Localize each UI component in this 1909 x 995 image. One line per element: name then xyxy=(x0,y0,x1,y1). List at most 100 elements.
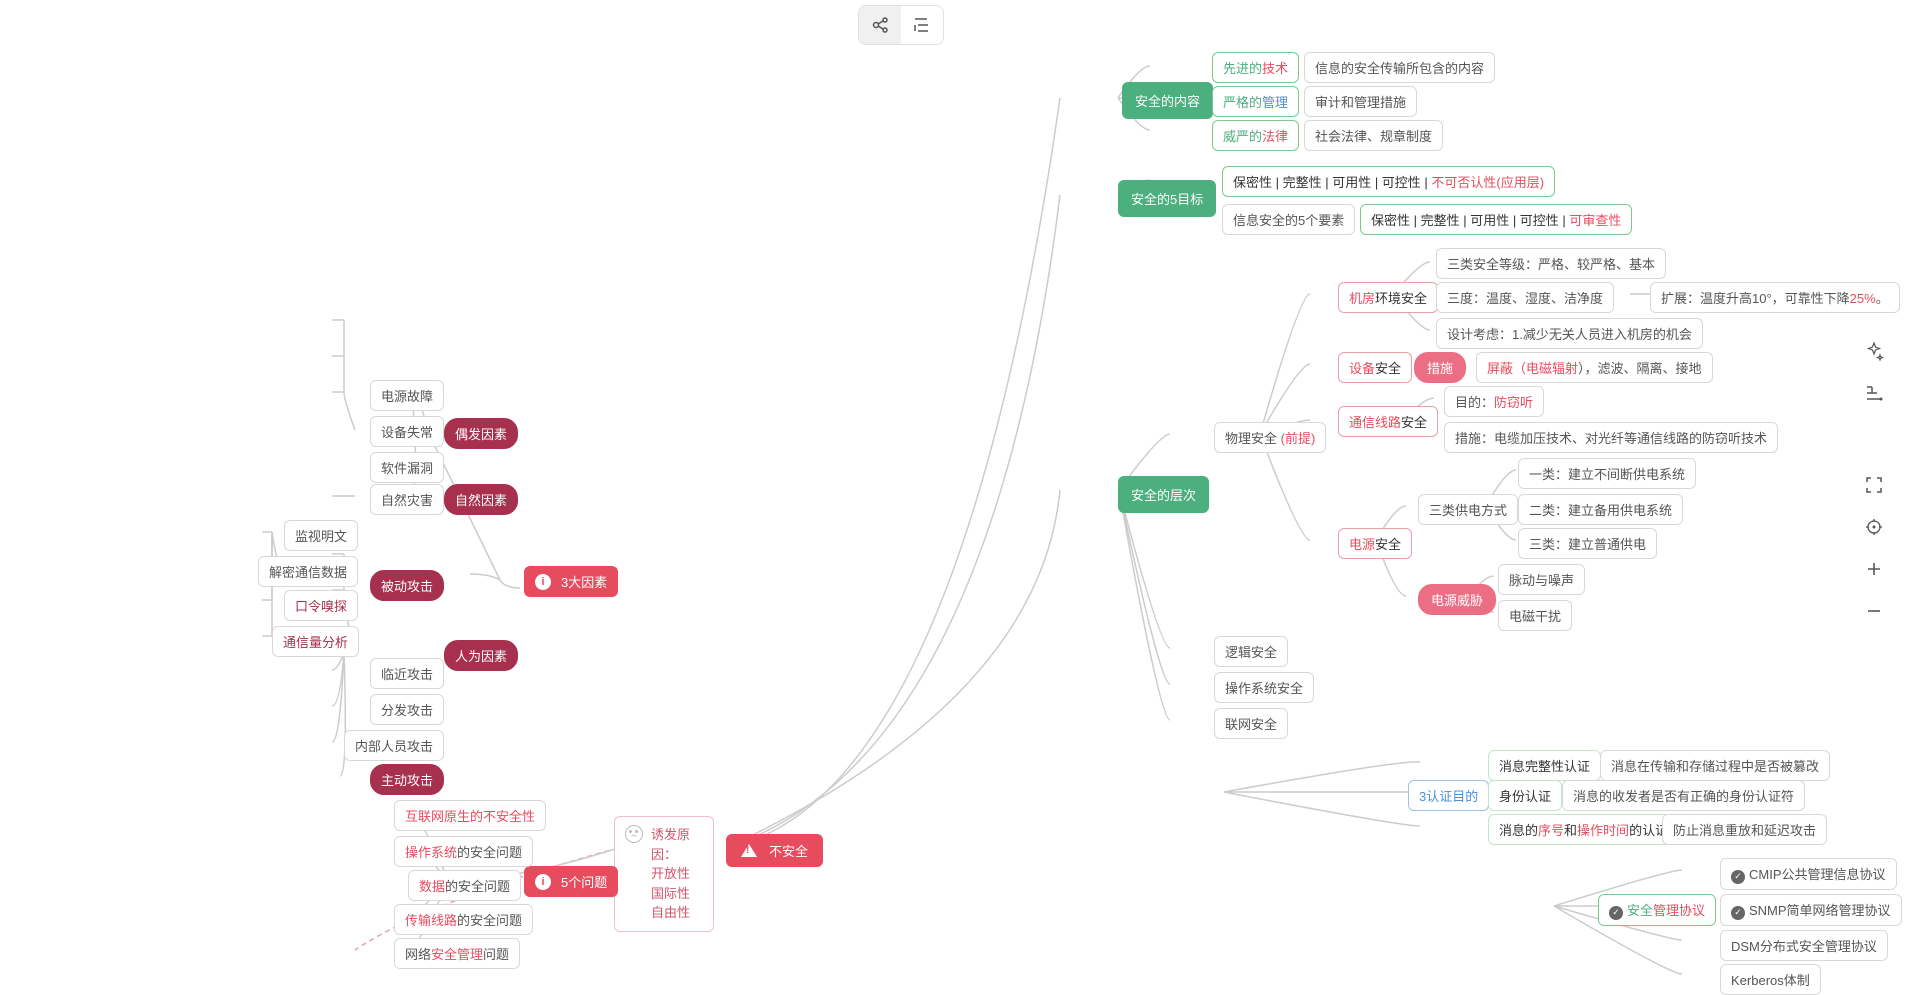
center-unsafe-node[interactable]: 不安全 xyxy=(726,834,823,867)
center-view-icon xyxy=(1864,517,1884,537)
power-m2[interactable]: 二类：建立备用供电系统 xyxy=(1518,494,1683,525)
adv-tech-desc[interactable]: 信息的安全传输所包含的内容 xyxy=(1304,52,1495,83)
five-problems-node[interactable]: i5个问题 xyxy=(524,866,618,897)
law-desc[interactable]: 社会法律、规章制度 xyxy=(1304,120,1443,151)
comm-title[interactable]: 通信线路安全 xyxy=(1338,406,1438,437)
passive-decrypt[interactable]: 解密通信数据 xyxy=(258,556,358,587)
proto-title[interactable]: ✓安全管理协议 xyxy=(1598,894,1716,926)
power-m1[interactable]: 一类：建立不间断供电系统 xyxy=(1518,458,1696,489)
prob-4[interactable]: 传输线路的安全问题 xyxy=(394,904,533,935)
cause-box-node[interactable]: 诱发原因： 开放性 国际性 自由性 xyxy=(614,816,714,932)
info-icon: i xyxy=(535,574,551,590)
room-three[interactable]: 三度：温度、湿度、洁净度 xyxy=(1436,282,1614,313)
proto-3[interactable]: DSM分布式安全管理协议 xyxy=(1720,930,1888,961)
logical-node[interactable]: 逻辑安全 xyxy=(1214,636,1288,667)
human-dist[interactable]: 分发攻击 xyxy=(370,694,444,725)
room-level[interactable]: 三类安全等级：严格、较严格、基本 xyxy=(1436,248,1666,279)
zoom-out-button[interactable] xyxy=(1853,590,1895,632)
equip-measure[interactable]: 措施 xyxy=(1414,352,1466,383)
cause-title: 诱发原因： xyxy=(651,827,690,862)
mindmap-view-button[interactable] xyxy=(859,6,901,44)
strict-mgmt-desc[interactable]: 审计和管理措施 xyxy=(1304,86,1417,117)
acc-power[interactable]: 电源故障 xyxy=(370,380,444,411)
passive-traffic[interactable]: 通信量分析 xyxy=(272,626,359,657)
five-targets-title[interactable]: 安全的5目标 xyxy=(1118,180,1216,217)
auth3-title[interactable]: 3认证目的 xyxy=(1408,780,1489,811)
targets-row2[interactable]: 保密性 | 完整性 | 可用性 | 可控性 | 可审查性 xyxy=(1360,204,1632,235)
power-title[interactable]: 电源安全 xyxy=(1338,528,1412,559)
layout-button[interactable] xyxy=(1853,372,1895,414)
prob-1[interactable]: 互联网原生的不安全性 xyxy=(394,800,546,831)
human-internal[interactable]: 内部人员攻击 xyxy=(344,730,444,761)
natural-factor-node[interactable]: 自然因素 xyxy=(444,484,518,515)
sec-content-title[interactable]: 安全的内容 xyxy=(1122,82,1213,119)
magic-icon xyxy=(1864,341,1884,361)
center-view-button[interactable] xyxy=(1853,506,1895,548)
power-t2[interactable]: 电磁干扰 xyxy=(1498,600,1572,631)
adv-tech[interactable]: 先进的技术 xyxy=(1212,52,1299,83)
os-node[interactable]: 操作系统安全 xyxy=(1214,672,1314,703)
auth-integrity[interactable]: 消息完整性认证 xyxy=(1488,750,1601,781)
targets-row1[interactable]: 保密性 | 完整性 | 可用性 | 可控性 | 不可否认性(应用层) xyxy=(1222,166,1555,197)
center-label: 不安全 xyxy=(769,841,808,860)
comm-measure[interactable]: 措施：电缆加压技术、对光纤等通信线路的防窃听技术 xyxy=(1444,422,1778,453)
three-factors-node[interactable]: i3大因素 xyxy=(524,566,618,597)
auth-integrity-desc[interactable]: 消息在传输和存储过程中是否被篡改 xyxy=(1600,750,1830,781)
magic-button[interactable] xyxy=(1853,330,1895,372)
face-icon xyxy=(625,825,643,843)
passive-attack-node[interactable]: 被动攻击 xyxy=(370,570,444,601)
room-title[interactable]: 机房环境安全 xyxy=(1338,282,1438,313)
check-icon: ✓ xyxy=(1731,870,1745,884)
passive-monitor[interactable]: 监视明文 xyxy=(284,520,358,551)
prob-2[interactable]: 操作系统的安全问题 xyxy=(394,836,533,867)
fit-view-icon xyxy=(1865,476,1883,494)
outline-view-button[interactable] xyxy=(901,6,943,44)
passive-password[interactable]: 口令嗅探 xyxy=(284,590,358,621)
view-mode-toolbar xyxy=(858,5,944,45)
power-t1[interactable]: 脉动与噪声 xyxy=(1498,564,1585,595)
room-three-ext[interactable]: 扩展：温度升高10°，可靠性下降25%。 xyxy=(1650,282,1900,313)
zoom-out-icon xyxy=(1865,602,1883,620)
outline-view-icon xyxy=(913,17,931,33)
proto-4[interactable]: Kerberos体制 xyxy=(1720,964,1821,995)
auth-seq-desc[interactable]: 防止消息重放和延迟攻击 xyxy=(1662,814,1827,845)
power-threat[interactable]: 电源威胁 xyxy=(1418,584,1496,615)
layout-icon xyxy=(1864,384,1884,402)
fit-view-button[interactable] xyxy=(1853,464,1895,506)
warning-icon xyxy=(741,844,757,857)
targets-row2-label[interactable]: 信息安全的5个要素 xyxy=(1222,204,1355,235)
strict-mgmt[interactable]: 严格的管理 xyxy=(1212,86,1299,117)
acc-software[interactable]: 软件漏洞 xyxy=(370,452,444,483)
power-methods[interactable]: 三类供电方式 xyxy=(1418,494,1518,525)
physical-node[interactable]: 物理安全 (前提) xyxy=(1214,422,1326,453)
prob-3[interactable]: 数据的安全问题 xyxy=(408,870,521,901)
accidental-factor-node[interactable]: 偶发因素 xyxy=(444,418,518,449)
comm-purpose[interactable]: 目的：防窃听 xyxy=(1444,386,1544,417)
cause-l2: 国际性 xyxy=(651,886,690,901)
info-icon: i xyxy=(535,874,551,890)
net-node[interactable]: 联网安全 xyxy=(1214,708,1288,739)
proto-2[interactable]: ✓SNMP简单网络管理协议 xyxy=(1720,894,1902,926)
human-factor-node[interactable]: 人为因素 xyxy=(444,640,518,671)
auth-identity-desc[interactable]: 消息的收发者是否有正确的身份认证符 xyxy=(1562,780,1805,811)
law[interactable]: 威严的法律 xyxy=(1212,120,1299,151)
layers-title[interactable]: 安全的层次 xyxy=(1118,476,1209,513)
cause-l1: 开放性 xyxy=(651,866,690,881)
tools-group-top xyxy=(1853,330,1895,414)
room-design[interactable]: 设计考虑：1.减少无关人员进入机房的机会 xyxy=(1436,318,1703,349)
auth-seq[interactable]: 消息的序号和操作时间的认证 xyxy=(1488,814,1679,845)
check-icon: ✓ xyxy=(1731,906,1745,920)
zoom-in-button[interactable] xyxy=(1853,548,1895,590)
equip-shield[interactable]: 屏蔽（电磁辐射），滤波、隔离、接地 xyxy=(1476,352,1713,383)
prob-5[interactable]: 网络安全管理问题 xyxy=(394,938,520,969)
nat-disaster[interactable]: 自然灾害 xyxy=(370,484,444,515)
power-m3[interactable]: 三类：建立普通供电 xyxy=(1518,528,1657,559)
cause-l3: 自由性 xyxy=(651,905,690,920)
proto-1[interactable]: ✓CMIP公共管理信息协议 xyxy=(1720,858,1897,890)
human-near[interactable]: 临近攻击 xyxy=(370,658,444,689)
canvas-tools-toolbar xyxy=(1853,330,1895,632)
equip-title[interactable]: 设备安全 xyxy=(1338,352,1412,383)
acc-device[interactable]: 设备失常 xyxy=(370,416,444,447)
active-attack-node[interactable]: 主动攻击 xyxy=(370,764,444,795)
auth-identity[interactable]: 身份认证 xyxy=(1488,780,1562,811)
